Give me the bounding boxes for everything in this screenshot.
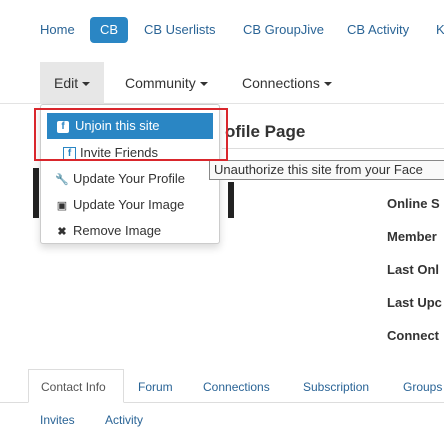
- last-updated-label: Last Upc: [387, 295, 442, 310]
- online-status-label: Online S: [387, 196, 440, 211]
- last-online-label: Last Onl: [387, 262, 440, 277]
- community-menu-toggle[interactable]: Community: [125, 62, 208, 104]
- connections-label: Connect: [387, 328, 439, 343]
- tab-subscription[interactable]: Subscription: [303, 380, 369, 394]
- edit-menu-label: Edit: [54, 75, 79, 91]
- profile-tabs: Contact Info Forum Connections Subscript…: [0, 369, 444, 433]
- profile-subnav: Edit Community Connections: [0, 62, 444, 104]
- wrench-icon: 🔧: [55, 174, 69, 186]
- connections-menu-label: Connections: [242, 75, 320, 91]
- edit-dropdown-menu: f Unjoin this site f Invite Friends 🔧 Updat…: [40, 104, 220, 244]
- title-divider: [222, 148, 444, 149]
- facebook-icon: f: [57, 120, 69, 133]
- member-since-label: Member: [387, 229, 437, 244]
- connections-menu-toggle[interactable]: Connections: [242, 62, 332, 104]
- edit-menu-toggle[interactable]: Edit: [40, 62, 104, 104]
- tab-connections[interactable]: Connections: [203, 380, 270, 394]
- tab-activity[interactable]: Activity: [105, 413, 143, 427]
- caret-down-icon: [82, 82, 91, 87]
- tab-groups[interactable]: Groups: [403, 380, 442, 394]
- tab-invites[interactable]: Invites: [40, 413, 75, 427]
- nav-home[interactable]: Home: [40, 22, 75, 37]
- remove-image-label: Remove Image: [73, 223, 162, 238]
- tab-forum[interactable]: Forum: [138, 380, 173, 394]
- facebook-icon: f: [63, 147, 76, 161]
- unjoin-site-label: Unjoin this site: [75, 118, 160, 133]
- update-image-label: Update Your Image: [73, 197, 185, 212]
- nav-cb-activity[interactable]: CB Activity: [347, 22, 409, 37]
- avatar-frame-left: [33, 168, 39, 218]
- remove-image-item[interactable]: ✖ Remove Image: [55, 218, 233, 244]
- caret-down-icon: [199, 82, 208, 87]
- invite-friends-label: Invite Friends: [80, 145, 159, 160]
- nav-cb-groupjive[interactable]: CB GroupJive: [243, 22, 324, 37]
- nav-cb-badge[interactable]: CB: [90, 17, 128, 43]
- unauthorize-tooltip: Unauthorize this site from your Face: [209, 160, 444, 180]
- top-navigation: Home CB CB Userlists CB GroupJive CB Act…: [0, 0, 444, 60]
- unjoin-site-item[interactable]: f Unjoin this site: [47, 113, 213, 139]
- close-icon: ✖: [57, 226, 67, 238]
- picture-icon: ▣: [56, 200, 68, 212]
- tab-contact-info[interactable]: Contact Info: [28, 369, 124, 403]
- page-title: ofile Page: [225, 122, 306, 141]
- update-profile-item[interactable]: 🔧 Update Your Profile: [55, 166, 233, 192]
- nav-overflow[interactable]: K: [436, 22, 444, 37]
- update-image-item[interactable]: ▣ Update Your Image: [55, 192, 233, 218]
- caret-down-icon: [323, 82, 332, 87]
- update-profile-label: Update Your Profile: [73, 171, 186, 186]
- community-menu-label: Community: [125, 75, 196, 91]
- nav-cb-userlists[interactable]: CB Userlists: [144, 22, 216, 37]
